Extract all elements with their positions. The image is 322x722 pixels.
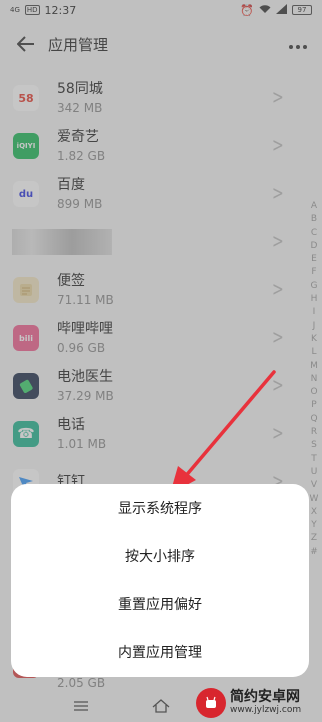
menu-icon[interactable] [72, 697, 90, 715]
watermark-url: www.jylzwj.com [230, 705, 302, 715]
site-watermark: 简约安卓网 www.jylzwj.com [196, 683, 320, 722]
watermark-title: 简约安卓网 [230, 689, 300, 705]
watermark-logo-icon [196, 687, 226, 718]
reset-app-prefs-option[interactable]: 重置应用偏好 [11, 580, 309, 628]
options-sheet: 显示系统程序 按大小排序 重置应用偏好 内置应用管理 [11, 484, 309, 677]
sort-by-size-option[interactable]: 按大小排序 [11, 532, 309, 580]
home-icon[interactable] [152, 697, 170, 715]
show-system-apps-option[interactable]: 显示系统程序 [11, 484, 309, 532]
builtin-app-manager-option[interactable]: 内置应用管理 [11, 628, 309, 676]
